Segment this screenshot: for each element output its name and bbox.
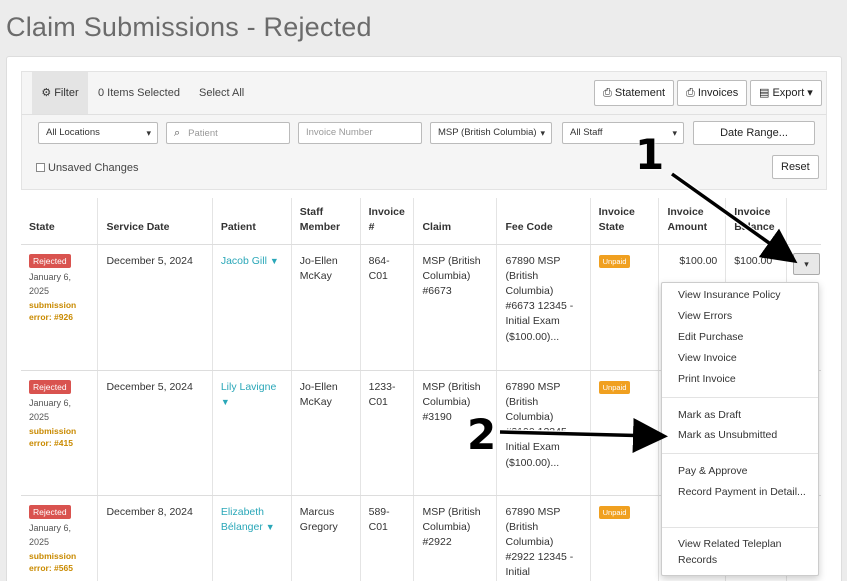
invoice-state-badge: Unpaid	[598, 254, 631, 268]
menu-divider	[662, 527, 818, 528]
locations-select[interactable]: All Locations ▾	[38, 122, 158, 144]
filter-icon[interactable]: ▼	[270, 256, 279, 266]
callout-number-one: 1	[635, 130, 665, 179]
col-actions	[786, 198, 821, 245]
chevron-down-icon: ▾	[146, 128, 151, 138]
selected-count: 0 Items Selected	[98, 87, 180, 99]
col-staff[interactable]: Staff Member	[290, 198, 361, 245]
menu-item-print-invoice[interactable]: Print Invoice	[678, 372, 810, 388]
invoice-number-input[interactable]: Invoice Number	[298, 122, 422, 144]
printer-icon: ⎙	[603, 87, 615, 99]
error-link[interactable]: submission error: #415	[29, 425, 89, 451]
unsaved-changes-checkbox[interactable]: Unsaved Changes	[36, 162, 139, 174]
chevron-down-icon: ▾	[804, 259, 809, 269]
menu-item-record-payment[interactable]: Record Payment in Detail...	[678, 485, 810, 501]
export-button[interactable]: ▤ Export ▾	[750, 80, 822, 106]
statement-button[interactable]: ⎙ Statement	[594, 80, 674, 106]
error-link[interactable]: submission error: #926	[29, 299, 89, 325]
printer-icon: ⎙	[686, 87, 698, 99]
claim: MSP (British Columbia) #2922	[413, 495, 497, 581]
staff-member: Jo-Ellen McKay	[290, 370, 361, 496]
reset-button[interactable]: Reset	[772, 155, 819, 179]
invoices-button[interactable]: ⎙ Invoices	[677, 80, 748, 106]
invoice-state-badge: Unpaid	[598, 505, 631, 519]
col-invoice-amount[interactable]: Invoice Amount	[658, 198, 726, 245]
state-date: January 6, 2025	[29, 522, 72, 547]
service-date: December 5, 2024	[97, 370, 213, 496]
table-header-row: State Service Date Patient Staff Member …	[21, 198, 821, 245]
menu-divider	[662, 397, 818, 398]
fee-code: 67890 MSP (British Columbia) #2922 12345…	[496, 495, 591, 581]
chevron-down-icon: ▾	[540, 128, 545, 138]
invoice-number: 864-C01	[359, 244, 414, 371]
status-badge: Rejected	[29, 504, 71, 519]
col-service-date[interactable]: Service Date	[97, 198, 213, 245]
invoice-number: 589-C01	[359, 495, 414, 581]
filter-bar: All Locations ▾ ⌕ Patient Invoice Number M…	[21, 114, 827, 190]
menu-divider	[662, 453, 818, 454]
menu-item-mark-as-draft[interactable]: Mark as Draft	[678, 408, 810, 424]
service-date: December 8, 2024	[97, 495, 213, 581]
menu-item-mark-as-unsubmitted[interactable]: Mark as Unsubmitted	[678, 428, 810, 444]
menu-item-view-errors[interactable]: View Errors	[678, 309, 810, 325]
file-icon: ▤	[759, 87, 773, 99]
col-invoice-balance[interactable]: Invoice Balance	[725, 198, 787, 245]
filter-icon[interactable]: ▼	[221, 397, 230, 407]
patient-link[interactable]: Elizabeth Bélanger	[221, 506, 264, 533]
error-link[interactable]: submission error: #565	[29, 550, 89, 576]
claim: MSP (British Columbia) #6673	[413, 244, 497, 371]
patient-search-input[interactable]: ⌕ Patient	[166, 122, 290, 144]
staff-member: Jo-Ellen McKay	[290, 244, 361, 371]
invoice-number: 1233-C01	[359, 370, 414, 496]
service-date: December 5, 2024	[97, 244, 213, 371]
filter-button[interactable]: ⚙ Filter	[32, 72, 88, 114]
staff-select[interactable]: All Staff ▾	[562, 122, 684, 144]
status-badge: Rejected	[29, 379, 71, 394]
fee-code: 67890 MSP (British Columbia) #3190 12345…	[496, 370, 591, 496]
checkbox-icon	[36, 163, 45, 172]
date-range-button[interactable]: Date Range...	[693, 121, 815, 145]
fee-code: 67890 MSP (British Columbia) #6673 12345…	[496, 244, 591, 371]
menu-item-view-invoice[interactable]: View Invoice	[678, 351, 810, 367]
patient-link[interactable]: Jacob Gill	[221, 255, 267, 267]
staff-member: Marcus Gregory	[290, 495, 361, 581]
search-icon: ⌕	[174, 127, 181, 139]
gear-icon: ⚙	[41, 87, 52, 99]
col-patient[interactable]: Patient	[211, 198, 292, 245]
state-date: January 6, 2025	[29, 271, 72, 296]
patient-link[interactable]: Lily Lavigne	[221, 381, 276, 393]
select-all-link[interactable]: Select All	[199, 72, 244, 114]
menu-item-edit-purchase[interactable]: Edit Purchase	[678, 330, 810, 346]
row-actions-dropdown-button[interactable]: ▾	[793, 253, 820, 275]
chevron-down-icon: ▾	[804, 87, 813, 99]
insurer-select[interactable]: MSP (British Columbia) ▾	[430, 122, 552, 144]
page-title: Claim Submissions - Rejected	[6, 12, 372, 42]
col-state[interactable]: State	[21, 198, 98, 245]
toolbar: ⚙ Filter 0 Items Selected Select All ⎙ St…	[21, 71, 827, 114]
menu-item-view-teleplan-records[interactable]: View Related Teleplan Records	[678, 537, 810, 569]
filter-icon[interactable]: ▼	[266, 522, 275, 532]
col-fee-code[interactable]: Fee Code	[496, 198, 591, 245]
col-invoice-state[interactable]: Invoice State	[589, 198, 659, 245]
invoice-state-badge: Unpaid	[598, 380, 631, 394]
chevron-down-icon: ▾	[672, 128, 677, 138]
callout-number-two: 2	[467, 410, 497, 459]
menu-item-pay-and-approve[interactable]: Pay & Approve	[678, 464, 810, 480]
col-invoice[interactable]: Invoice #	[359, 198, 414, 245]
state-date: January 6, 2025	[29, 397, 72, 422]
menu-item-view-insurance-policy[interactable]: View Insurance Policy	[678, 288, 810, 304]
row-actions-menu: View Insurance Policy View Errors Edit P…	[661, 282, 819, 576]
status-badge: Rejected	[29, 253, 71, 268]
col-claim[interactable]: Claim	[413, 198, 497, 245]
